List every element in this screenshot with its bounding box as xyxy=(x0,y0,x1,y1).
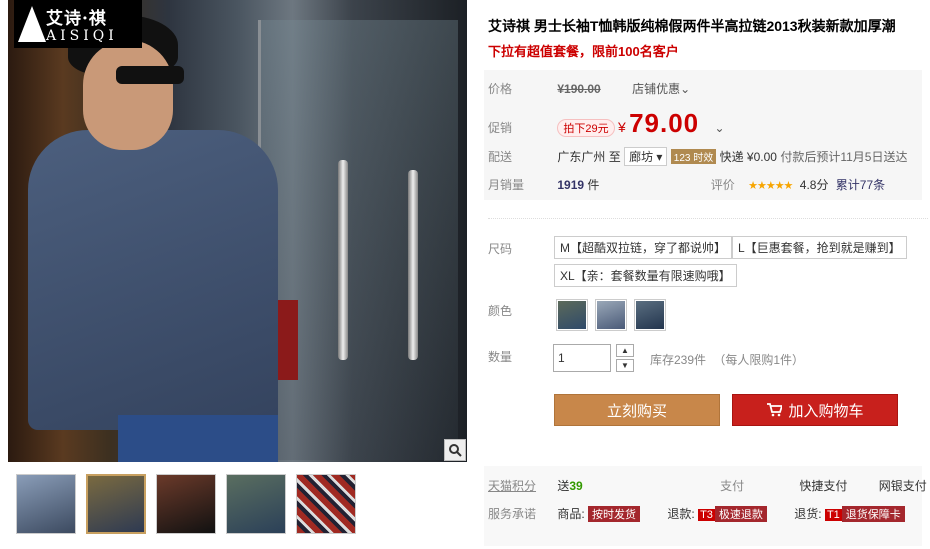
magnifier-icon[interactable] xyxy=(444,439,466,461)
promo-price: 79.00 xyxy=(629,108,700,138)
service-label: 服务承诺 xyxy=(488,507,537,521)
payment-label: 支付 xyxy=(720,479,745,493)
thumbnail-2[interactable] xyxy=(86,474,146,534)
brand-logo-en: AISIQI xyxy=(46,28,118,44)
shipping-row: 配送 广东广州 至 廊坊 ▾ 123 时效 快递 ¥0.00 付款后预计11月5… xyxy=(488,147,907,166)
thumbnail-4[interactable] xyxy=(226,474,286,534)
model-body xyxy=(28,130,278,430)
divider xyxy=(488,218,928,219)
delivery-time-badge: 123 时效 xyxy=(670,149,717,164)
return-badge: T1 xyxy=(824,509,842,521)
monthly-sales-label: 月销量 xyxy=(488,178,525,192)
stock-info: 库存239件 （每人限购1件） xyxy=(650,351,804,368)
chevron-down-icon: ⌄ xyxy=(680,82,691,96)
points-send: 送 xyxy=(557,479,570,493)
thumbnail-1[interactable] xyxy=(16,474,76,534)
color-swatch-2[interactable] xyxy=(595,299,627,331)
model-head xyxy=(83,40,173,150)
quantity-row: 数量 xyxy=(488,348,554,365)
brand-logo-cn: 艾诗·祺 xyxy=(46,9,107,29)
size-label: 尺码 xyxy=(488,242,513,256)
color-label: 颜色 xyxy=(488,304,513,318)
rating-label: 评价 xyxy=(710,178,735,192)
color-swatch-3[interactable] xyxy=(634,299,666,331)
stock-count: 库存239件 xyxy=(650,353,707,367)
delivery-estimate: 付款后预计11月5日送达 xyxy=(780,150,908,164)
destination-value: 廊坊 xyxy=(629,150,654,164)
purchase-limit: （每人限购1件） xyxy=(713,353,805,367)
ship-to-word: 至 xyxy=(608,150,621,164)
brand-logo-mark xyxy=(18,6,46,42)
express-fee: 快递 ¥0.00 xyxy=(719,150,777,164)
rating-stars-icon: ★★★★★ xyxy=(748,180,793,192)
product-gallery: 艾诗·祺 AISIQI xyxy=(8,0,467,549)
return-guarantee-badge[interactable]: 退货保障卡 xyxy=(841,506,905,522)
product-title: 艾诗祺 男士长袖T恤韩版纯棉假两件半高拉链2013秋装新款加厚潮 xyxy=(488,18,896,34)
original-price: 190.00 xyxy=(564,82,601,96)
rating-score: 4.8分 xyxy=(799,178,829,192)
bank-pay[interactable]: 网银支付 xyxy=(879,479,927,493)
monthly-sales-unit: 件 xyxy=(587,178,600,192)
goods-label: 商品: xyxy=(557,507,585,521)
color-row: 颜色 xyxy=(488,302,554,319)
add-to-cart-button[interactable]: 加入购物车 xyxy=(732,394,898,426)
store-discount-dropdown[interactable]: 店铺优惠⌄ xyxy=(632,82,690,96)
fast-refund-badge[interactable]: 极速退款 xyxy=(714,506,767,522)
reviews-link[interactable]: 累计77条 xyxy=(836,178,885,192)
price-row: 价格 ¥190.00 店铺优惠⌄ xyxy=(488,80,690,97)
promo-label: 促销 xyxy=(488,121,513,135)
ship-from: 广东广州 xyxy=(557,150,606,164)
sales-row: 月销量 1919 件 评价 ★★★★★ 4.8分 累计77条 xyxy=(488,176,885,193)
background-glass-door xyxy=(258,20,458,460)
add-to-cart-label: 加入购物车 xyxy=(788,402,864,420)
size-row: 尺码 xyxy=(488,240,554,257)
return-label: 退货: xyxy=(794,507,822,521)
buy-now-button[interactable]: 立刻购买 xyxy=(554,394,720,426)
destination-select[interactable]: 廊坊 ▾ xyxy=(624,147,668,166)
quantity-input[interactable] xyxy=(553,344,611,372)
service-row: 服务承诺 商品: 按时发货 退款: T3 极速退款 退货: T1 退货保障卡 xyxy=(488,505,905,522)
size-option-l[interactable]: L【巨惠套餐，抢到就是赚到】 xyxy=(732,236,907,259)
refund-badge: T3 xyxy=(698,509,715,521)
chevron-down-icon[interactable]: ⌄ xyxy=(715,121,725,135)
store-discount-label: 店铺优惠 xyxy=(632,82,681,96)
cart-icon xyxy=(767,403,783,417)
on-time-delivery-badge[interactable]: 按时发货 xyxy=(588,506,641,522)
thumbnail-5[interactable] xyxy=(296,474,356,534)
color-swatch-1[interactable] xyxy=(556,299,588,331)
main-product-image[interactable]: 艾诗·祺 AISIQI xyxy=(8,0,467,462)
door-handle xyxy=(338,160,348,360)
quick-pay[interactable]: 快捷支付 xyxy=(799,479,847,493)
product-subtitle: 下拉有超值套餐，限前100名客户 xyxy=(488,44,679,59)
points-value: 39 xyxy=(569,479,583,493)
size-option-xl[interactable]: XL【亲：套餐数量有限速购哦】 xyxy=(554,264,737,287)
thumbnail-3[interactable] xyxy=(156,474,216,534)
brand-logo: 艾诗·祺 AISIQI xyxy=(14,0,142,48)
quantity-label: 数量 xyxy=(488,350,513,364)
promo-row: 促销 拍下29元 ¥ 79.00 ⌄ xyxy=(488,108,725,139)
model-sunglasses xyxy=(116,66,184,84)
shipping-label: 配送 xyxy=(488,150,513,164)
monthly-sales-count: 1919 xyxy=(557,178,585,192)
door-handle xyxy=(408,170,418,360)
quantity-decrease-button[interactable]: ▼ xyxy=(616,359,634,372)
promo-currency: ¥ xyxy=(617,119,626,135)
refund-label: 退款: xyxy=(667,507,695,521)
tmall-points-label[interactable]: 天猫积分 xyxy=(488,477,554,494)
price-label: 价格 xyxy=(488,82,513,96)
promo-tag: 拍下29元 xyxy=(557,119,615,137)
points-row: 天猫积分 送39 支付 快捷支付 网银支付 xyxy=(488,477,927,494)
quantity-increase-button[interactable]: ▲ xyxy=(616,344,634,357)
size-option-m[interactable]: M【超酷双拉链，穿了都说帅】 xyxy=(554,236,732,259)
model-jeans xyxy=(118,415,278,462)
